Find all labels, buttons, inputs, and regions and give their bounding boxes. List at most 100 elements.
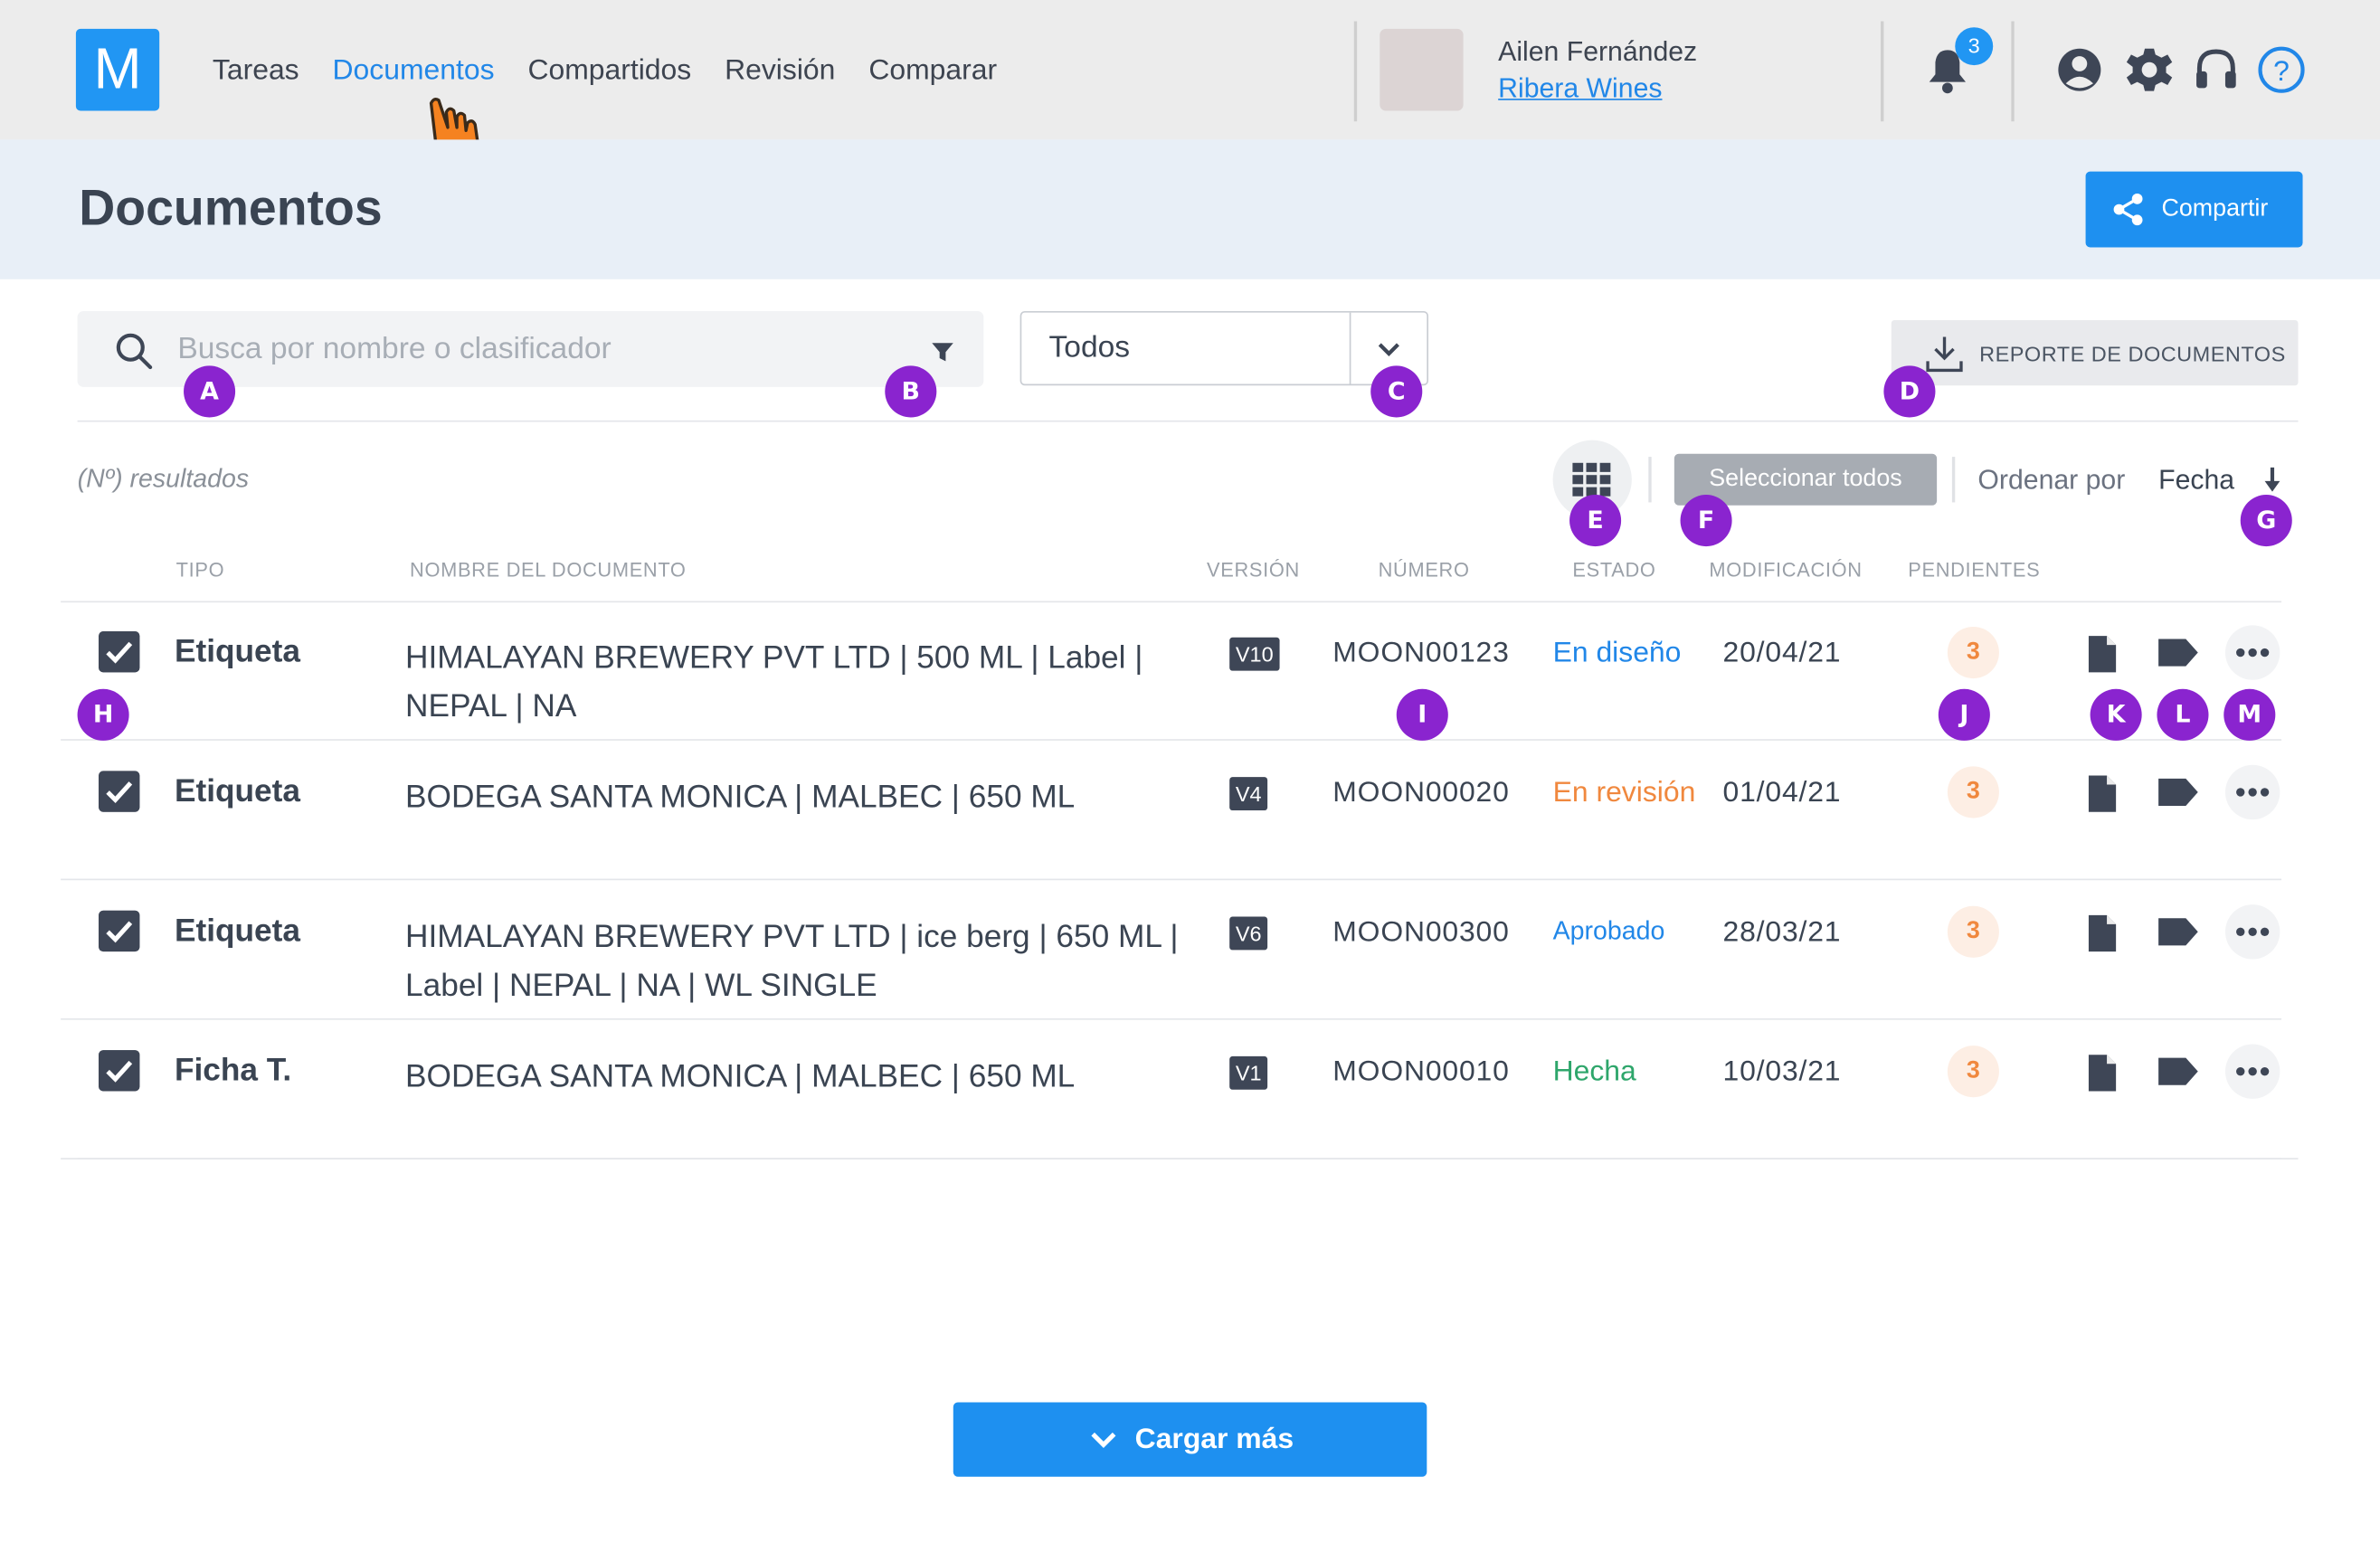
divider <box>77 420 2299 422</box>
column-header-version: VERSIÓN <box>1207 558 1300 582</box>
pending-count-badge[interactable]: 3 <box>1947 627 1999 679</box>
table-row[interactable]: Etiqueta BODEGA SANTA MONICA | MALBEC | … <box>61 741 2282 881</box>
app-logo[interactable]: M <box>75 28 160 111</box>
nav-tareas[interactable]: Tareas <box>213 54 299 88</box>
row-tipo: Ficha T. <box>174 1053 292 1089</box>
status-badge: Aprobado <box>1552 916 1665 946</box>
nav-comparar[interactable]: Comparar <box>868 54 997 88</box>
more-options-button[interactable] <box>2224 625 2280 680</box>
nav-revision[interactable]: Revisión <box>725 54 835 88</box>
row-nombre[interactable]: HIMALAYAN BREWERY PVT LTD | 500 ML | Lab… <box>405 634 1209 731</box>
toolbar-divider <box>1951 457 1956 503</box>
more-icon <box>2236 648 2270 658</box>
nav-compartidos[interactable]: Compartidos <box>527 54 691 88</box>
column-header-modificacion: MODIFICACIÓN <box>1709 558 1863 582</box>
table-row[interactable]: Etiqueta HIMALAYAN BREWERY PVT LTD | ice… <box>61 880 2282 1020</box>
column-header-estado: ESTADO <box>1572 558 1656 582</box>
user-name: Ailen Fernández <box>1498 36 1698 67</box>
search-icon <box>116 333 153 370</box>
more-options-button[interactable] <box>2224 764 2280 820</box>
sort-field[interactable]: Fecha <box>2158 464 2234 496</box>
row-checkbox[interactable] <box>99 631 140 673</box>
row-tipo: Etiqueta <box>174 634 300 669</box>
pending-count-badge[interactable]: 3 <box>1947 905 1999 958</box>
annotation-marker: F <box>1680 495 1732 547</box>
annotation-marker: J <box>1938 688 1990 741</box>
column-header-pendientes: PENDIENTES <box>1908 558 2041 582</box>
user-company-link[interactable]: Ribera Wines <box>1498 73 1662 105</box>
main-nav: Tareas Documentos Compartidos Revisión C… <box>213 54 1030 88</box>
row-modificacion: 28/03/21 <box>1722 916 1842 949</box>
page-title: Documentos <box>79 179 383 236</box>
filter-icon[interactable] <box>931 340 955 364</box>
nav-divider <box>2011 21 2015 122</box>
load-more-label: Cargar más <box>1134 1423 1294 1455</box>
headset-icon[interactable] <box>2192 45 2241 94</box>
annotation-marker: L <box>2157 688 2209 741</box>
tag-icon[interactable] <box>2156 1054 2201 1090</box>
row-checkbox[interactable] <box>99 771 140 812</box>
help-icon[interactable]: ? <box>2257 45 2306 94</box>
pending-count-badge[interactable]: 3 <box>1947 1046 1999 1098</box>
version-badge: V10 <box>1229 637 1280 671</box>
chevron-down-icon <box>1090 1432 1115 1448</box>
download-icon <box>1926 336 1963 372</box>
pending-count-badge[interactable]: 3 <box>1947 766 1999 819</box>
document-report-button[interactable]: REPORTE DE DOCUMENTOS <box>1891 320 2299 386</box>
document-icon[interactable] <box>2086 634 2119 674</box>
toolbar-divider <box>1648 457 1652 503</box>
status-filter-select[interactable]: Todos <box>1019 310 1428 386</box>
status-badge: Hecha <box>1552 1055 1636 1089</box>
app-root: M Tareas Documentos Compartidos Revisión… <box>0 0 2380 1552</box>
more-icon <box>2236 927 2270 936</box>
share-button[interactable]: Compartir <box>2085 171 2303 248</box>
sort-arrow-icon[interactable] <box>2261 466 2282 493</box>
row-modificacion: 01/04/21 <box>1722 777 1842 809</box>
document-icon[interactable] <box>2086 1054 2119 1093</box>
annotation-marker: C <box>1370 365 1423 418</box>
load-more-button[interactable]: Cargar más <box>953 1402 1427 1477</box>
row-nombre[interactable]: BODEGA SANTA MONICA | MALBEC | 650 ML <box>405 1054 1209 1102</box>
row-tipo: Etiqueta <box>174 773 300 809</box>
row-numero: MOON00020 <box>1332 777 1510 809</box>
notification-badge: 3 <box>1955 27 1994 66</box>
svg-text:?: ? <box>2273 54 2290 87</box>
gear-icon[interactable] <box>2125 45 2174 94</box>
status-filter-value: Todos <box>1048 330 1131 364</box>
version-badge: V1 <box>1229 1055 1268 1090</box>
nav-documentos[interactable]: Documentos <box>333 54 495 88</box>
status-badge: En revisión <box>1552 777 1696 809</box>
tag-icon[interactable] <box>2156 774 2201 810</box>
version-badge: V6 <box>1229 916 1268 951</box>
row-nombre[interactable]: HIMALAYAN BREWERY PVT LTD | ice berg | 6… <box>405 913 1209 1010</box>
annotation-marker: B <box>885 365 937 418</box>
row-checkbox[interactable] <box>99 910 140 952</box>
annotation-marker: E <box>1569 495 1622 547</box>
nav-divider <box>1353 21 1358 122</box>
annotation-marker: D <box>1883 365 1936 418</box>
share-button-label: Compartir <box>2161 195 2269 222</box>
document-icon[interactable] <box>2086 913 2119 953</box>
tag-icon[interactable] <box>2156 913 2201 950</box>
more-icon <box>2236 1066 2270 1076</box>
row-checkbox[interactable] <box>99 1050 140 1092</box>
tag-icon[interactable] <box>2156 634 2201 670</box>
more-options-button[interactable] <box>2224 904 2280 960</box>
version-badge: V4 <box>1229 777 1268 811</box>
annotation-marker: K <box>2090 688 2142 741</box>
row-numero: MOON00010 <box>1332 1055 1510 1089</box>
divider <box>77 1158 2299 1159</box>
share-icon <box>2113 193 2143 226</box>
column-header-nombre: NOMBRE DEL DOCUMENTO <box>410 558 687 582</box>
annotation-marker: I <box>1396 688 1448 741</box>
avatar[interactable] <box>1380 28 1464 111</box>
annotation-marker: H <box>77 688 129 741</box>
document-report-label: REPORTE DE DOCUMENTOS <box>1979 340 2286 365</box>
row-numero: MOON00123 <box>1332 637 1510 669</box>
search-input[interactable] <box>177 326 877 373</box>
user-icon[interactable] <box>2055 45 2104 94</box>
table-row[interactable]: Ficha T. BODEGA SANTA MONICA | MALBEC | … <box>61 1020 2282 1159</box>
row-nombre[interactable]: BODEGA SANTA MONICA | MALBEC | 650 ML <box>405 774 1209 823</box>
more-options-button[interactable] <box>2224 1044 2280 1099</box>
document-icon[interactable] <box>2086 774 2119 814</box>
